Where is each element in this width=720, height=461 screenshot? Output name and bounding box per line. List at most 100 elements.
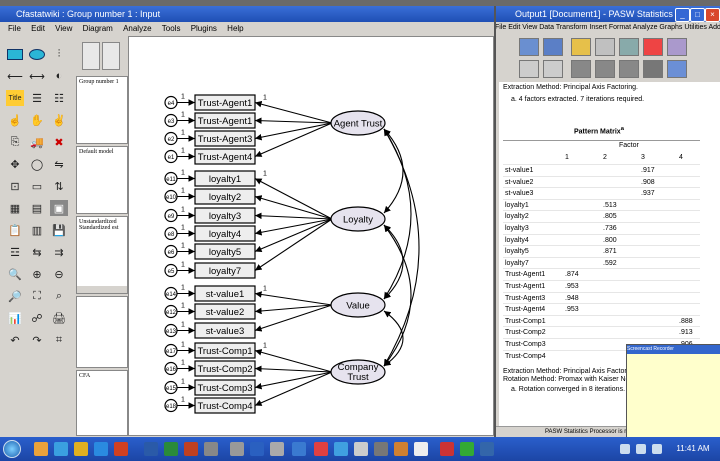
insert-icon[interactable]	[667, 60, 687, 78]
touch-up-icon[interactable]: ⇅	[50, 178, 68, 194]
fit-to-page-icon[interactable]: ⛶	[28, 288, 46, 304]
erase-icon[interactable]: ✖	[50, 134, 68, 150]
taskbar-word-icon[interactable]	[144, 442, 158, 456]
print-icon[interactable]: 🖨	[50, 310, 68, 326]
rotate-icon[interactable]: ◯	[28, 156, 46, 172]
menu-file[interactable]: File	[8, 24, 21, 33]
analysis-properties-icon[interactable]: ▤	[28, 200, 46, 216]
specification-search-icon[interactable]: ⌗	[50, 332, 68, 348]
menu-tools[interactable]: Tools	[162, 24, 181, 33]
delete-icon[interactable]	[643, 38, 663, 56]
double-arrow-icon[interactable]: ⟷	[28, 68, 46, 84]
output-view-button[interactable]	[102, 42, 120, 70]
covariance-arc[interactable]	[383, 128, 404, 214]
calculate-estimates-icon[interactable]: ▣	[50, 200, 68, 216]
rectangle-tool-icon[interactable]	[6, 46, 24, 62]
menu-diagram[interactable]: Diagram	[83, 24, 113, 33]
data-icon[interactable]	[619, 38, 639, 56]
taskbar-powerpoint-icon[interactable]	[184, 442, 198, 456]
loading-path[interactable]	[254, 178, 333, 220]
taskbar-clock[interactable]: 11:41 AM	[668, 437, 718, 461]
groups-list[interactable]: Group number 1	[76, 76, 128, 144]
amos-window[interactable]: Cfastatwiki : Group number 1 : Input Fil…	[0, 6, 496, 437]
minimize-icon[interactable]: _	[675, 8, 690, 22]
start-button[interactable]	[0, 437, 24, 461]
drag-properties-icon[interactable]: ⇆	[28, 244, 46, 260]
covariance-arc[interactable]	[383, 224, 404, 300]
taskbar-app-12[interactable]	[270, 442, 284, 456]
window-icon[interactable]	[667, 38, 687, 56]
loading-path[interactable]	[254, 101, 333, 124]
pasw-menu-bar[interactable]: File Edit View Data Transform Insert For…	[495, 22, 720, 34]
menu-help[interactable]: Help	[227, 24, 243, 33]
open-icon[interactable]	[519, 38, 539, 56]
loading-path[interactable]	[254, 371, 333, 390]
object-properties-icon[interactable]: ☲	[6, 244, 24, 260]
deselect-icon[interactable]: ✌	[50, 112, 68, 128]
menu-view[interactable]: View	[55, 24, 72, 33]
save-icon[interactable]	[543, 38, 563, 56]
zoom-in-icon[interactable]: ⊕	[28, 266, 46, 282]
recorder-popup-bar[interactable]: Screencast Recorder	[627, 345, 720, 354]
magnifier-icon[interactable]: ⌕	[50, 288, 68, 304]
list-variables-icon[interactable]: ☰	[28, 90, 46, 106]
loading-path[interactable]	[254, 291, 333, 306]
data-file-icon[interactable]: ▦	[6, 200, 24, 216]
clipboard-icon[interactable]: 📋	[6, 222, 24, 238]
move-parameter-icon[interactable]: ⊡	[6, 178, 24, 194]
loading-path[interactable]	[254, 122, 333, 158]
estimates-list[interactable]: Unstandardized Standardized est	[76, 216, 128, 294]
taskbar-app-9[interactable]	[204, 442, 218, 456]
move-icon[interactable]: 🚚	[28, 134, 46, 150]
select-all-icon[interactable]: ✋	[28, 112, 46, 128]
zoom-out-icon[interactable]: ⊖	[50, 266, 68, 282]
redo-icon[interactable]: ↷	[28, 332, 46, 348]
arrow-left-icon[interactable]: ⟵	[6, 68, 24, 84]
close-icon[interactable]: ×	[705, 8, 720, 22]
unstandardized-item[interactable]: Unstandardized	[77, 217, 127, 225]
error-term-icon[interactable]: ◐	[50, 68, 68, 84]
loading-path[interactable]	[254, 117, 333, 125]
taskbar-app-1[interactable]	[34, 442, 48, 456]
list-data-icon[interactable]: ☷	[50, 90, 68, 106]
taskbar-app-14[interactable]	[314, 442, 328, 456]
taskbar-app-21[interactable]	[460, 442, 474, 456]
taskbar-app-5[interactable]	[114, 442, 128, 456]
input-view-button[interactable]	[82, 42, 100, 70]
degrees-of-freedom-icon[interactable]: 📊	[6, 310, 24, 326]
scroll-icon[interactable]: ▭	[28, 178, 46, 194]
demote-icon[interactable]	[595, 60, 615, 78]
loading-path[interactable]	[254, 371, 333, 407]
models-list[interactable]: Default model	[76, 146, 128, 214]
shape-icon[interactable]: ✥	[6, 156, 24, 172]
multiple-group-icon[interactable]: ☍	[28, 310, 46, 326]
taskbar-app-15[interactable]	[334, 442, 348, 456]
latent-indicator-icon[interactable]: ⫶	[50, 46, 68, 62]
copy-icon[interactable]: ⎘	[6, 134, 24, 150]
ellipse-tool-icon[interactable]	[28, 46, 46, 62]
loading-path[interactable]	[254, 304, 333, 332]
taskbar-app-3[interactable]	[74, 442, 88, 456]
loading-path[interactable]	[254, 218, 333, 253]
taskbar-app-2[interactable]	[54, 442, 68, 456]
recorder-popup[interactable]: Screencast Recorder	[626, 344, 720, 450]
taskbar-app-11[interactable]	[250, 442, 264, 456]
files-list[interactable]: CFA	[76, 370, 128, 436]
taskbar-app-10[interactable]	[230, 442, 244, 456]
taskbar-app-17[interactable]	[374, 442, 388, 456]
model-item[interactable]: Default model	[77, 147, 127, 157]
promote-icon[interactable]	[571, 60, 591, 78]
amos-title-bar[interactable]: Cfastatwiki : Group number 1 : Input	[0, 6, 494, 22]
group-item[interactable]: Group number 1	[77, 77, 127, 87]
taskbar-app-13[interactable]	[292, 442, 306, 456]
folder-icon[interactable]	[571, 38, 591, 56]
reflect-icon[interactable]: ⇋	[50, 156, 68, 172]
taskbar-app-19[interactable]	[414, 442, 428, 456]
pasw-title-bar[interactable]: Output1 [Document1] - PASW Statistics Vi…	[495, 6, 720, 22]
standardized-item[interactable]: Standardized est	[77, 225, 127, 231]
taskbar-app-16[interactable]	[354, 442, 368, 456]
loading-path[interactable]	[254, 122, 333, 141]
preserve-symmetry-icon[interactable]: ⇉	[50, 244, 68, 260]
hide-icon[interactable]	[643, 60, 663, 78]
zoom-area-icon[interactable]: 🔍	[6, 266, 24, 282]
